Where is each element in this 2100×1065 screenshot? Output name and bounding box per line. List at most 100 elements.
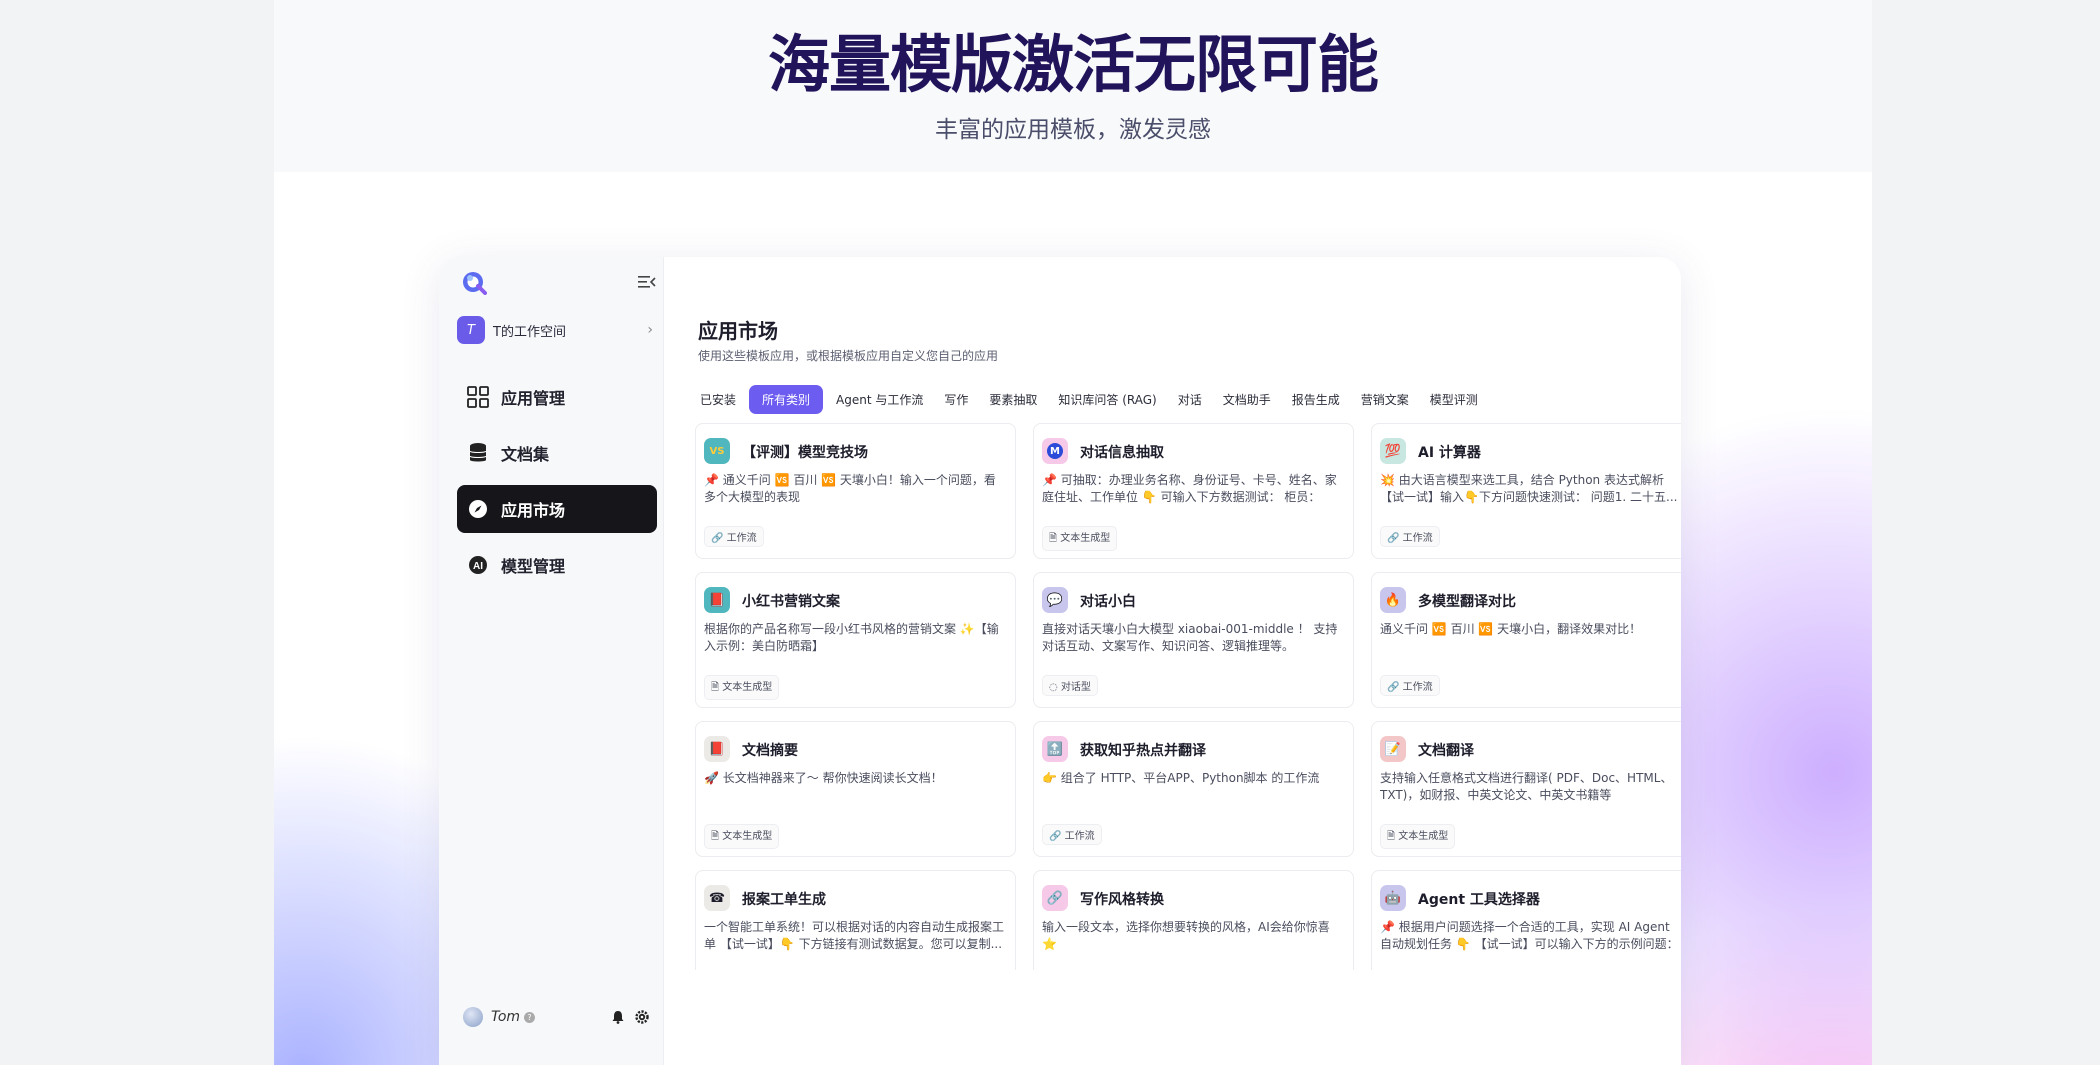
main-content: 应用市场 使用这些模板应用，或根据模板应用自定义您自己的应用 已安装 所有类别 … [664,257,1681,1065]
app-card-tag: 🔗 工作流 [1380,526,1440,547]
hero-title: 海量模版激活无限可能 [767,28,1379,101]
sidebar-item-app-market[interactable]: 应用市场 [457,485,657,533]
app-card-desc: 👉 组合了 HTTP、平台APP、Python脚本 的工作流 [1042,771,1320,785]
app-card-desc: 根据你的产品名称写一段小红书风格的营销文案 ✨【输入示例：美白防晒霜】 [704,622,999,653]
app-card-tag: 🗎 文本生成型 [704,675,780,700]
tag-label: 文本生成型 [722,682,773,693]
hero-subtitle: 丰富的应用模板，激发灵感 [935,117,1211,143]
app-card[interactable]: 💬 对话小白 直接对话天壤小白大模型 xiaobai-001-middle ！ … [1033,572,1354,708]
app-card-desc: 💥 由大语言模型来选工具，结合 Python 表达式解析【试一试】输入👇下方问题… [1380,473,1678,504]
tag-label: 工作流 [1064,831,1095,842]
app-card[interactable]: 📕 小红书营销文案 根据你的产品名称写一段小红书风格的营销文案 ✨【输入示例：美… [695,572,1016,708]
sidebar-item-app-management[interactable]: 应用管理 [457,373,657,421]
gear-icon[interactable] [635,1010,649,1024]
collapse-sidebar-icon[interactable] [638,275,656,289]
chat-bubble-icon: 💬 [1042,587,1068,613]
grid-icon [467,386,489,408]
memo-icon: 📝 [1380,736,1406,762]
app-card[interactable]: 📕 文档摘要 🚀 长文档神器来了～ 帮你快速阅读长文档！ 🗎 文本生成型 [695,721,1016,857]
fire-icon: 🔥 [1380,587,1406,613]
app-card-desc: 🚀 长文档神器来了～ 帮你快速阅读长文档！ [704,771,943,785]
bell-icon[interactable] [611,1010,625,1024]
app-card[interactable]: 💯 AI 计算器 💥 由大语言模型来选工具，结合 Python 表达式解析【试一… [1371,423,1681,559]
app-window: T T的工作空间 › 应用管理 文档集 应用市场 AI 模型管理 Tom ? 应… [439,257,1681,1065]
app-card[interactable]: ☎ 报案工单生成 一个智能工单系统！可以根据对话的内容自动生成报案工单 【试一试… [695,870,1016,970]
app-card-tag: 🔗 工作流 [1042,824,1102,845]
tab-rag[interactable]: 知识库问答 (RAG) [1050,385,1164,414]
app-card[interactable]: M 对话信息抽取 📌 可抽取：办理业务名称、身份证号、卡号、姓名、家庭住址、工作… [1033,423,1354,559]
link-icon: 🔗 [1042,885,1068,911]
app-card-tag: 🔗 工作流 [1380,675,1440,696]
workspace-selector[interactable]: T T的工作空间 › [457,315,653,345]
app-card[interactable]: 🤖 Agent 工具选择器 📌 根据用户问题选择一个合适的工具，实现 AI Ag… [1371,870,1681,970]
app-card[interactable]: 🔝 获取知乎热点并翻译 👉 组合了 HTTP、平台APP、Python脚本 的工… [1033,721,1354,857]
category-tabs: 已安装 所有类别 Agent 与工作流 写作 要素抽取 知识库问答 (RAG) … [692,385,1491,414]
tag-label: 工作流 [1402,682,1433,693]
tag-label: 文本生成型 [1398,831,1449,842]
sidebar-item-label: 应用市场 [501,501,566,520]
tab-all-categories[interactable]: 所有类别 [749,385,824,414]
page-subtitle: 使用这些模板应用，或根据模板应用自定义您自己的应用 [698,349,999,363]
app-card-title: 小红书营销文案 [742,594,840,610]
compass-icon [467,498,489,520]
app-card-title: 文档摘要 [742,743,798,759]
tab-model-eval[interactable]: 模型评测 [1422,385,1486,414]
app-card-title: 报案工单生成 [742,892,826,908]
sidebar-item-documents[interactable]: 文档集 [457,429,657,477]
app-card[interactable]: 🔗 写作风格转换 输入一段文本，选择你想要转换的风格，AI会给你惊喜 ⭐ [1033,870,1354,970]
ai-icon: AI [467,554,489,576]
sidebar-item-model-management[interactable]: AI 模型管理 [457,541,657,589]
app-card-title: Agent 工具选择器 [1418,892,1540,908]
sidebar: T T的工作空间 › 应用管理 文档集 应用市场 AI 模型管理 Tom ? [439,257,664,1065]
app-card[interactable]: 🔥 多模型翻译对比 通义千问 🆚 百川 🆚 天壤小白，翻译效果对比！ 🔗 工作流 [1371,572,1681,708]
app-card-desc: 📌 根据用户问题选择一个合适的工具，实现 AI Agent 自动规划任务 👇 【… [1380,920,1679,951]
hundred-icon: 💯 [1380,438,1406,464]
tag-label: 工作流 [1402,533,1433,544]
app-card-desc: 📌 可抽取：办理业务名称、身份证号、卡号、姓名、家庭住址、工作单位 👇 可输入下… [1042,473,1337,504]
app-card-desc: 📌 通义千问 🆚 百川 🆚 天壤小白！输入一个问题，看多个大模型的表现 [704,473,996,504]
user-badge: ? [524,1011,536,1023]
app-card[interactable]: 📝 文档翻译 支持输入任意格式文档进行翻译( PDF、Doc、HTML、TXT)… [1371,721,1681,857]
tab-report[interactable]: 报告生成 [1284,385,1348,414]
app-card-tag: 🗎 文本生成型 [1042,526,1118,551]
database-icon [467,442,489,464]
phone-icon: ☎ [704,885,730,911]
top-arrow-icon: 🔝 [1042,736,1068,762]
m-letter: M [1047,443,1063,459]
app-card-desc: 通义千问 🆚 百川 🆚 天壤小白，翻译效果对比！ [1380,622,1642,636]
workspace-name: T的工作空间 [493,324,566,340]
sidebar-item-label: 文档集 [501,445,550,464]
user-name: Tom [491,1009,521,1025]
app-card-desc: 直接对话天壤小白大模型 xiaobai-001-middle ！ 支持对话互动、… [1042,622,1338,653]
chevron-right-icon: › [647,322,653,338]
m-letter-icon: M [1042,438,1068,464]
tab-extraction[interactable]: 要素抽取 [981,385,1045,414]
red-book-icon: 📕 [704,587,730,613]
app-card-tag: 🗎 文本生成型 [1380,824,1456,849]
tab-agent-workflow[interactable]: Agent 与工作流 [828,385,931,414]
sidebar-nav: 应用管理 文档集 应用市场 AI 模型管理 [457,373,657,597]
page-title: 应用市场 [698,319,778,343]
tag-label: 对话型 [1060,682,1091,693]
tab-writing[interactable]: 写作 [936,385,976,414]
tag-label: 文本生成型 [1060,533,1111,544]
tab-marketing[interactable]: 营销文案 [1353,385,1417,414]
logo-icon[interactable] [461,269,487,295]
app-card-desc: 一个智能工单系统！可以根据对话的内容自动生成报案工单 【试一试】👇 下方链接有测… [704,920,1004,951]
tab-installed[interactable]: 已安装 [692,385,744,414]
sidebar-item-label: 模型管理 [501,557,566,576]
workspace-avatar: T [457,316,485,344]
app-card-tag: 🗎 文本生成型 [704,824,780,849]
tab-chat[interactable]: 对话 [1170,385,1210,414]
app-card-title: 【评测】模型竞技场 [742,445,868,461]
user-tools [611,1010,649,1024]
app-card[interactable]: VS 【评测】模型竞技场 📌 通义千问 🆚 百川 🆚 天壤小白！输入一个问题，看… [695,423,1016,559]
tab-doc-assistant[interactable]: 文档助手 [1215,385,1279,414]
tag-label: 工作流 [726,533,757,544]
user-profile[interactable]: Tom ? [463,1007,536,1027]
app-card-title: 文档翻译 [1418,743,1474,759]
book-icon: 📕 [704,736,730,762]
page: 海量模版激活无限可能 丰富的应用模板，激发灵感 T T的工作空间 › 应用管理 … [274,0,1872,1065]
sidebar-item-label: 应用管理 [501,389,566,408]
avatar [463,1007,483,1027]
